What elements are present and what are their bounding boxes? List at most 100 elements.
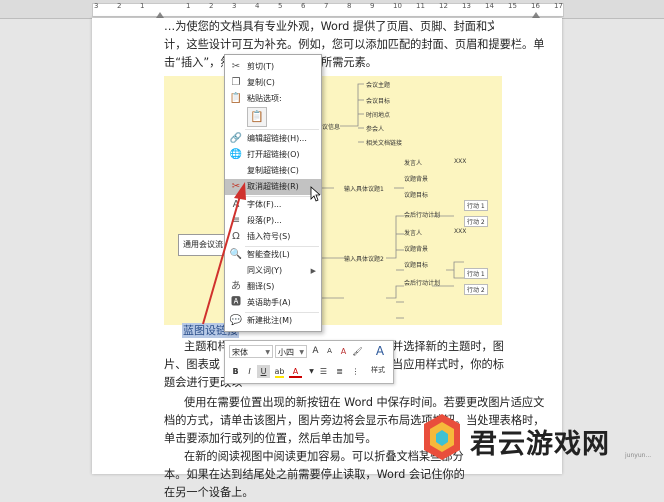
para3-line: 使用在需要位置出现的新按钮在 Word 中保存时间。若要更改图片适应文	[184, 396, 545, 409]
background2-node: 议题背景	[404, 246, 429, 253]
menu-item-insert-symbol[interactable]: Ω 插入符号(S)	[225, 229, 321, 245]
action2b-node: 行动 2	[464, 284, 488, 295]
grow-font-button[interactable]: A	[309, 345, 322, 358]
clear-format-button[interactable]: A	[337, 345, 350, 358]
mindmap-connectors	[234, 83, 464, 319]
chevron-down-icon: ▼	[299, 349, 304, 356]
menu-item-new-comment[interactable]: 💬 新建批注(M)	[225, 313, 321, 329]
format-painter-button[interactable]: 🖌	[351, 345, 364, 358]
font-color-button[interactable]: A	[289, 365, 302, 378]
smart-lookup-icon: 🔍	[229, 249, 243, 260]
ruler-number: 5	[278, 2, 283, 10]
paste-keep-text-button[interactable]: 📋	[247, 107, 267, 127]
underline-button[interactable]: U	[257, 365, 270, 378]
paste-text-icon: 📋	[250, 110, 264, 123]
italic-button[interactable]: I	[243, 365, 256, 378]
menu-item-label: 粘贴选项:	[247, 94, 282, 103]
speaker2-node: 发言人	[404, 230, 423, 237]
menu-item-label: 插入符号(S)	[247, 232, 291, 241]
scissors-icon: ✂	[231, 61, 241, 72]
new-comment-icon: 💬	[229, 315, 243, 326]
font-size-select[interactable]: 小四 ▼	[275, 345, 307, 358]
menu-item-copy[interactable]: ❐ 复制(C)	[225, 75, 321, 91]
time-place-node: 时间地点	[366, 112, 391, 119]
bullet-list-icon: ☰	[319, 367, 328, 376]
speaker-node: 发言人	[404, 160, 423, 167]
menu-item-label: 字体(F)...	[247, 200, 282, 209]
watermark-logo-icon	[424, 414, 460, 460]
mindmap-diagram[interactable]: 通用会议流 会议信息 会议主题 会议目标 时间地点 参会人 相关文档链接 输入具…	[164, 76, 502, 325]
docs-link-node: 相关文档链接	[366, 140, 403, 147]
menu-item-label: 智能查找(L)	[247, 250, 290, 259]
menu-item-paste-options: 📋 粘贴选项:	[225, 91, 321, 107]
para2-line-b: 并选择新的主题时，图	[392, 340, 504, 353]
highlight-button[interactable]: ab	[273, 365, 286, 378]
menu-separator	[245, 129, 319, 130]
ruler-number: 11	[416, 2, 425, 10]
copy-icon: ❐	[231, 77, 241, 88]
action2-node: 行动 2	[464, 216, 488, 227]
menu-item-edit-hyperlink[interactable]: 🔗 编辑超链接(H)...	[225, 131, 321, 147]
submenu-arrow-icon: ▶	[310, 267, 316, 275]
remove-link-icon: ✂	[231, 181, 241, 192]
ruler-number: 10	[393, 2, 402, 10]
chevron-down-icon: ▼	[309, 368, 314, 375]
brush-icon: 🖌	[352, 347, 363, 356]
watermark-subtext: junyun...	[625, 452, 652, 459]
shrink-font-button[interactable]: A	[323, 345, 336, 358]
symbol-icon: Ω	[232, 231, 240, 242]
ruler-number: 13	[462, 2, 471, 10]
bullets-button[interactable]: ☰	[317, 365, 330, 378]
goal2-node: 议题目标	[404, 262, 429, 269]
menu-item-label: 翻译(S)	[247, 282, 275, 291]
para4-line: 本。如果在达到结尾处之前需要停止读取，Word 会记住你的	[164, 468, 465, 481]
meeting-topic-node: 会议主题	[366, 82, 391, 89]
goal-node: 议题目标	[404, 192, 429, 199]
ruler-number: 4	[255, 2, 260, 10]
menu-item-paragraph[interactable]: ≡ 段落(P)...	[225, 213, 321, 229]
menu-item-translate[interactable]: あ 翻译(S)	[225, 279, 321, 295]
styles-button[interactable]: A	[371, 345, 389, 358]
bold-button[interactable]: B	[229, 365, 242, 378]
edit-link-icon: 🔗	[229, 133, 243, 144]
multilevel-list-button[interactable]: ⋮	[349, 365, 362, 378]
numbered-list-icon: ≣	[336, 367, 343, 376]
paragraph-1: …为使您的文档具有专业外观，Word 提供了页眉、页脚、封面和文本框设 计，这些…	[164, 18, 544, 72]
ruler-number: 17	[554, 2, 563, 10]
ruler-number: 14	[485, 2, 494, 10]
menu-item-label: 取消超链接(R)	[247, 182, 299, 191]
menu-item-english-assistant[interactable]: 🅰 英语助手(A)	[225, 295, 321, 311]
menu-item-label: 打开超链接(O)	[247, 150, 300, 159]
font-icon: A	[232, 199, 240, 210]
menu-item-synonyms[interactable]: 同义词(Y) ▶	[225, 263, 321, 279]
menu-item-open-hyperlink[interactable]: 🌐 打开超链接(O)	[225, 147, 321, 163]
action1b-node: 行动 1	[464, 268, 488, 279]
menu-item-smart-lookup[interactable]: 🔍 智能查找(L)	[225, 247, 321, 263]
meeting-goal-node: 会议目标	[366, 98, 391, 105]
ruler-number: 3	[94, 2, 99, 10]
menu-item-label: 英语助手(A)	[247, 298, 291, 307]
ruler-number: 1	[140, 2, 145, 10]
menu-item-copy-hyperlink[interactable]: 复制超链接(C)	[225, 163, 321, 179]
context-menu[interactable]: ✂ 剪切(T) ❐ 复制(C) 📋 粘贴选项: 📋 🔗 编辑超链接(H)... …	[224, 54, 322, 332]
numbering-button[interactable]: ≣	[333, 365, 346, 378]
highlighter-icon: ab	[274, 367, 285, 378]
menu-item-label: 复制超链接(C)	[247, 166, 299, 175]
document-page[interactable]: …为使您的文档具有专业外观，Word 提供了页眉、页脚、封面和文本框设 计，这些…	[92, 18, 562, 499]
horizontal-ruler[interactable]: 3 2 1 1 2 3 4 5 6 7 8 9 10 11 12 13 14 15 16 17	[0, 0, 664, 19]
attendees-node: 参会人	[366, 126, 385, 133]
menu-item-remove-hyperlink[interactable]: ✂ 取消超链接(R)	[225, 179, 321, 195]
mini-toolbar[interactable]: 宋体 ▼ 小四 ▼ A A A 🖌 A B I U ab A ▼ ☰ ≣ ⋮ 样…	[224, 340, 394, 384]
menu-item-cut[interactable]: ✂ 剪切(T)	[225, 59, 321, 75]
ruler-number: 3	[232, 2, 237, 10]
chevron-down-icon: ▼	[265, 349, 270, 356]
ruler-number: 2	[209, 2, 214, 10]
mouse-pointer-icon	[310, 186, 320, 202]
action-plan2-node: 会后行动计划	[404, 280, 441, 287]
menu-item-font[interactable]: A 字体(F)...	[225, 197, 321, 213]
action-plan-node: 会后行动计划	[404, 212, 441, 219]
font-name-select[interactable]: 宋体 ▼	[229, 345, 273, 358]
ruler-number: 2	[117, 2, 122, 10]
background-node: 议题背景	[404, 176, 429, 183]
ruler-number: 8	[347, 2, 352, 10]
